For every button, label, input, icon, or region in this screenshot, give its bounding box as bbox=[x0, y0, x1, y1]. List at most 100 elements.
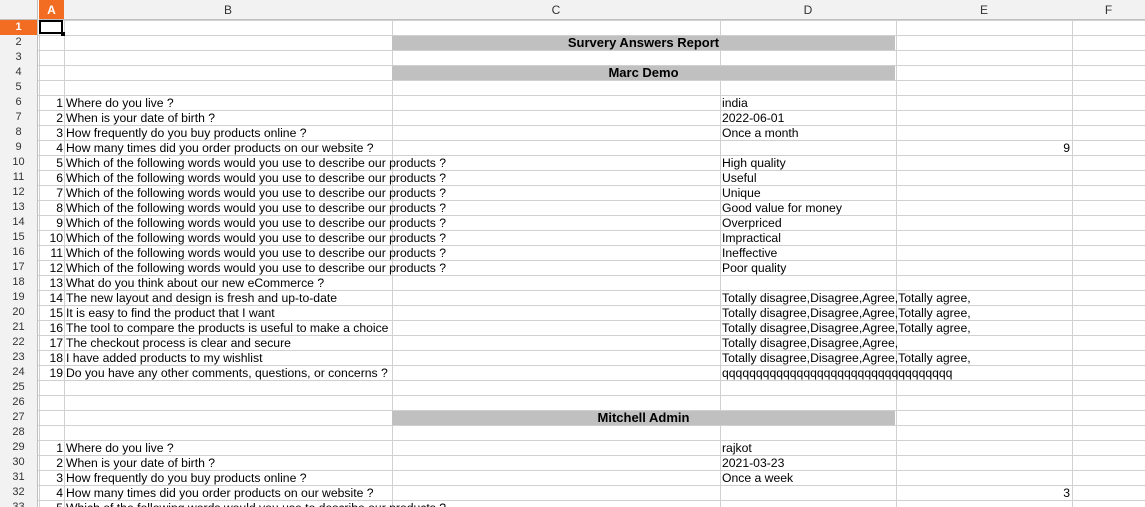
spreadsheet-grid[interactable]: A B C D E F 1 2 3 4 5 6 7 8 9 10 11 12 13 14 15 16 17 18 19 20 21 2… bbox=[0, 0, 1145, 507]
question-cell[interactable]: Which of the following words would you u… bbox=[66, 156, 716, 171]
row-header[interactable]: 11 bbox=[0, 170, 38, 185]
question-cell[interactable]: What do you think about our new eCommerc… bbox=[66, 276, 716, 291]
answer-cell[interactable]: Once a week bbox=[722, 471, 1082, 486]
row-header[interactable]: 7 bbox=[0, 110, 38, 125]
row-header[interactable]: 5 bbox=[0, 80, 38, 95]
answer-cell[interactable]: Overpriced bbox=[722, 216, 1082, 231]
question-cell[interactable]: When is your date of birth ? bbox=[66, 111, 716, 126]
answer-cell[interactable]: rajkot bbox=[722, 441, 1082, 456]
question-cell[interactable]: How many times did you order products on… bbox=[66, 486, 716, 501]
question-cell[interactable]: Do you have any other comments, question… bbox=[66, 366, 716, 381]
question-number-cell[interactable]: 10 bbox=[39, 231, 63, 246]
question-number-cell[interactable]: 4 bbox=[39, 141, 63, 156]
question-number-cell[interactable]: 19 bbox=[39, 366, 63, 381]
question-number-cell[interactable]: 2 bbox=[39, 111, 63, 126]
answer-cell[interactable]: Impractical bbox=[722, 231, 1082, 246]
answer-cell[interactable]: Poor quality bbox=[722, 261, 1082, 276]
column-header-f[interactable]: F bbox=[1072, 0, 1145, 20]
question-number-cell[interactable]: 15 bbox=[39, 306, 63, 321]
question-cell[interactable]: How frequently do you buy products onlin… bbox=[66, 126, 716, 141]
answer-cell[interactable]: Totally disagree,Disagree,Agree,Totally … bbox=[722, 306, 1082, 321]
fill-handle[interactable] bbox=[61, 32, 65, 36]
row-header[interactable]: 33 bbox=[0, 500, 38, 507]
row-header[interactable]: 17 bbox=[0, 260, 38, 275]
answer-cell[interactable]: 2022-06-01 bbox=[722, 111, 1082, 126]
answer-cell[interactable]: Totally disagree,Disagree,Agree,Totally … bbox=[722, 351, 1082, 366]
row-header[interactable]: 6 bbox=[0, 95, 38, 110]
question-number-cell[interactable]: 12 bbox=[39, 261, 63, 276]
row-header[interactable]: 24 bbox=[0, 365, 38, 380]
question-cell[interactable]: The new layout and design is fresh and u… bbox=[66, 291, 716, 306]
answer-number-cell[interactable]: 3 bbox=[900, 486, 1070, 501]
question-number-cell[interactable]: 9 bbox=[39, 216, 63, 231]
question-cell[interactable]: Which of the following words would you u… bbox=[66, 501, 716, 507]
question-cell[interactable]: Which of the following words would you u… bbox=[66, 216, 716, 231]
question-cell[interactable]: The tool to compare the products is usef… bbox=[66, 321, 716, 336]
answer-cell[interactable]: Totally disagree,Disagree,Agree,Totally … bbox=[722, 291, 1082, 306]
question-number-cell[interactable]: 1 bbox=[39, 441, 63, 456]
row-header[interactable]: 10 bbox=[0, 155, 38, 170]
question-cell[interactable]: Which of the following words would you u… bbox=[66, 171, 716, 186]
row-header[interactable]: 30 bbox=[0, 455, 38, 470]
question-cell[interactable]: The checkout process is clear and secure bbox=[66, 336, 716, 351]
column-header-b[interactable]: B bbox=[64, 0, 392, 20]
answer-cell[interactable]: india bbox=[722, 96, 1082, 111]
question-number-cell[interactable]: 5 bbox=[39, 156, 63, 171]
question-number-cell[interactable]: 3 bbox=[39, 471, 63, 486]
question-cell[interactable]: Which of the following words would you u… bbox=[66, 201, 716, 216]
answer-cell[interactable] bbox=[722, 501, 1082, 507]
question-number-cell[interactable]: 13 bbox=[39, 276, 63, 291]
row-header[interactable]: 16 bbox=[0, 245, 38, 260]
answer-cell[interactable]: Unique bbox=[722, 186, 1082, 201]
question-cell[interactable]: Which of the following words would you u… bbox=[66, 231, 716, 246]
answer-cell[interactable]: High quality bbox=[722, 156, 1082, 171]
question-number-cell[interactable]: 17 bbox=[39, 336, 63, 351]
answer-cell[interactable]: Ineffective bbox=[722, 246, 1082, 261]
row-header[interactable]: 1 bbox=[0, 20, 38, 35]
row-header[interactable]: 9 bbox=[0, 140, 38, 155]
column-header-a[interactable]: A bbox=[39, 0, 64, 20]
question-cell[interactable]: Which of the following words would you u… bbox=[66, 261, 716, 276]
row-header[interactable]: 15 bbox=[0, 230, 38, 245]
row-header[interactable]: 28 bbox=[0, 425, 38, 440]
row-header[interactable]: 25 bbox=[0, 380, 38, 395]
question-cell[interactable]: Which of the following words would you u… bbox=[66, 246, 716, 261]
row-header[interactable]: 32 bbox=[0, 485, 38, 500]
question-number-cell[interactable]: 6 bbox=[39, 171, 63, 186]
answer-cell[interactable]: qqqqqqqqqqqqqqqqqqqqqqqqqqqqqqqqqq bbox=[722, 366, 1082, 381]
column-header-e[interactable]: E bbox=[896, 0, 1072, 20]
answer-number-cell[interactable]: 9 bbox=[900, 141, 1070, 156]
row-header[interactable]: 27 bbox=[0, 410, 38, 425]
answer-cell[interactable] bbox=[722, 276, 1082, 291]
question-cell[interactable]: When is your date of birth ? bbox=[66, 456, 716, 471]
question-number-cell[interactable]: 14 bbox=[39, 291, 63, 306]
row-header[interactable]: 20 bbox=[0, 305, 38, 320]
answer-cell[interactable]: Totally disagree,Disagree,Agree,Totally … bbox=[722, 321, 1082, 336]
answer-cell[interactable]: 2021-03-23 bbox=[722, 456, 1082, 471]
row-header[interactable]: 3 bbox=[0, 50, 38, 65]
column-header-d[interactable]: D bbox=[720, 0, 896, 20]
row-header[interactable]: 13 bbox=[0, 200, 38, 215]
row-header[interactable]: 19 bbox=[0, 290, 38, 305]
question-cell[interactable]: It is easy to find the product that I wa… bbox=[66, 306, 716, 321]
question-cell[interactable]: How many times did you order products on… bbox=[66, 141, 716, 156]
row-header[interactable]: 29 bbox=[0, 440, 38, 455]
question-number-cell[interactable]: 18 bbox=[39, 351, 63, 366]
question-number-cell[interactable]: 16 bbox=[39, 321, 63, 336]
question-number-cell[interactable]: 4 bbox=[39, 486, 63, 501]
question-number-cell[interactable]: 5 bbox=[39, 501, 63, 507]
question-cell[interactable]: I have added products to my wishlist bbox=[66, 351, 716, 366]
row-header[interactable]: 14 bbox=[0, 215, 38, 230]
answer-cell[interactable]: Good value for money bbox=[722, 201, 1082, 216]
column-header-c[interactable]: C bbox=[392, 0, 720, 20]
question-cell[interactable]: Where do you live ? bbox=[66, 96, 716, 111]
row-header[interactable]: 31 bbox=[0, 470, 38, 485]
question-number-cell[interactable]: 7 bbox=[39, 186, 63, 201]
question-cell[interactable]: Where do you live ? bbox=[66, 441, 716, 456]
row-header[interactable]: 21 bbox=[0, 320, 38, 335]
question-cell[interactable]: Which of the following words would you u… bbox=[66, 186, 716, 201]
row-header[interactable]: 12 bbox=[0, 185, 38, 200]
row-header[interactable]: 8 bbox=[0, 125, 38, 140]
question-number-cell[interactable]: 8 bbox=[39, 201, 63, 216]
question-number-cell[interactable]: 11 bbox=[39, 246, 63, 261]
